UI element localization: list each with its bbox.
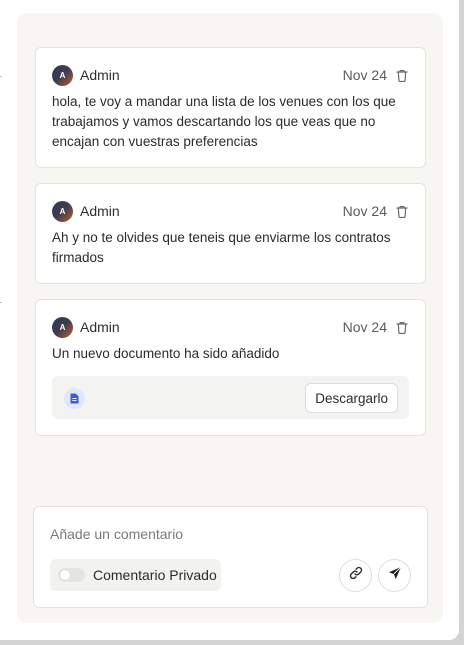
document-icon: [64, 388, 85, 409]
avatar-initial: A: [59, 322, 66, 332]
attach-link-button[interactable]: [339, 559, 372, 592]
avatar: A: [52, 316, 73, 338]
comment-date: Nov 24: [342, 67, 387, 83]
attachment-row: Descargarlo: [52, 376, 409, 419]
comments-panel: A Admin Nov 24 hola, te voy a mandar una…: [17, 13, 443, 623]
avatar: A: [52, 64, 73, 86]
comment-card: A Admin Nov 24 hola, te voy a mandar una…: [35, 47, 426, 168]
link-icon: [349, 566, 363, 585]
comment-author: Admin: [80, 319, 120, 335]
comment-text: Ah y no te olvides que teneis que enviar…: [52, 230, 391, 265]
comment-card: A Admin Nov 24 Un nuevo documento ha sid…: [35, 299, 426, 436]
trash-icon[interactable]: [395, 204, 409, 218]
comments-sheet: A Admin Nov 24 hola, te voy a mandar una…: [0, 0, 459, 640]
comment-author: Admin: [80, 203, 120, 219]
download-button[interactable]: Descargarlo: [305, 383, 398, 413]
send-icon: [388, 566, 402, 585]
comment-header: A Admin Nov 24: [52, 64, 409, 86]
trash-icon[interactable]: [395, 68, 409, 82]
comment-card: A Admin Nov 24 Ah y no te olvides que te…: [35, 183, 426, 284]
private-comment-toggle-row[interactable]: Comentario Privado: [50, 559, 221, 591]
comment-text: Un nuevo documento ha sido añadido: [52, 346, 280, 361]
divider: [0, 302, 2, 303]
comment-header: A Admin Nov 24: [52, 200, 409, 222]
comment-composer: Comentario Privado: [33, 506, 428, 608]
comment-header: A Admin Nov 24: [52, 316, 409, 338]
private-toggle[interactable]: [58, 568, 85, 582]
avatar: A: [52, 200, 73, 222]
avatar-initial: A: [59, 206, 66, 216]
private-label: Comentario Privado: [93, 567, 217, 583]
comment-input[interactable]: [50, 523, 390, 545]
avatar-initial: A: [59, 70, 66, 80]
trash-icon[interactable]: [395, 320, 409, 334]
send-button[interactable]: [378, 559, 411, 592]
comment-date: Nov 24: [342, 203, 387, 219]
toggle-knob: [60, 570, 70, 580]
comment-author: Admin: [80, 67, 120, 83]
comment-text: hola, te voy a mandar una lista de los v…: [52, 94, 396, 149]
divider: [0, 76, 2, 77]
comment-date: Nov 24: [342, 319, 387, 335]
